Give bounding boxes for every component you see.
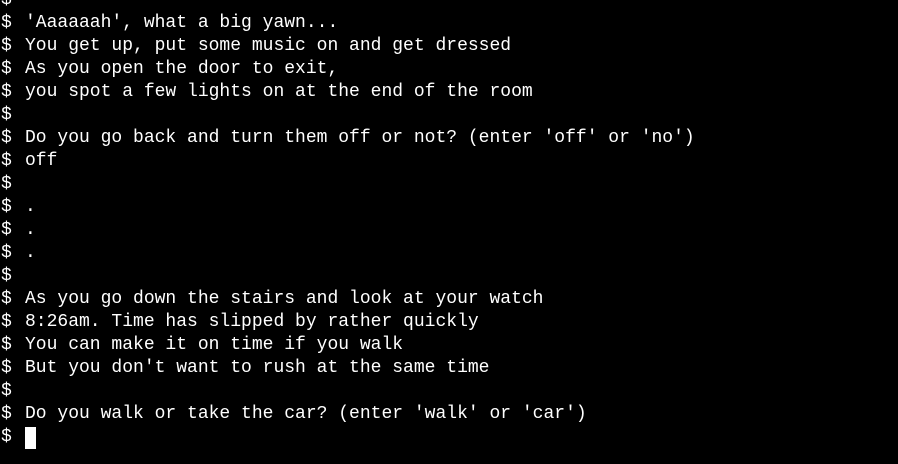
prompt-symbol: $ <box>1 82 12 102</box>
prompt-symbol: $ <box>1 105 12 125</box>
prompt-symbol: $ <box>1 312 12 332</box>
line-text: Do you go back and turn them off or not?… <box>25 128 695 148</box>
line-text: Do you walk or take the car? (enter 'wal… <box>25 404 587 424</box>
terminal-line: $ <box>0 104 898 127</box>
terminal-line: $ But you don't want to rush at the same … <box>0 357 898 380</box>
prompt-symbol: $ <box>1 358 12 378</box>
terminal-line: $8:26am. Time has slipped by rather quic… <box>0 311 898 334</box>
terminal-line: $ As you go down the stairs and look at y… <box>0 288 898 311</box>
terminal-input-line[interactable]: $ <box>0 426 898 449</box>
line-text: But you don't want to rush at the same t… <box>25 358 490 378</box>
line-text: . <box>25 243 36 263</box>
prompt-symbol: $ <box>1 151 12 171</box>
terminal-line: $ you spot a few lights on at the end of … <box>0 81 898 104</box>
terminal-line: $ You get up, put some music on and get d… <box>0 35 898 58</box>
line-text: . <box>25 220 36 240</box>
terminal-line: $. <box>0 242 898 265</box>
terminal-line: $ As you open the door to exit, <box>0 58 898 81</box>
prompt-symbol: $ <box>1 174 12 194</box>
terminal-line: $ <box>0 173 898 196</box>
prompt-symbol: $ <box>1 266 12 286</box>
terminal-line: $ Do you go back and turn them off or not… <box>0 127 898 150</box>
prompt-symbol: $ <box>1 13 12 33</box>
line-text: As you go down the stairs and look at yo… <box>25 289 544 309</box>
prompt-symbol: $ <box>1 289 12 309</box>
prompt-symbol: $ <box>1 220 12 240</box>
prompt-symbol: $ <box>1 0 12 10</box>
prompt-symbol: $ <box>1 243 12 263</box>
terminal-line: $ <box>0 265 898 288</box>
prompt-symbol: $ <box>1 427 12 447</box>
line-text: You can make it on time if you walk <box>25 335 404 355</box>
prompt-symbol: $ <box>1 128 12 148</box>
terminal-line: $ <box>0 0 898 12</box>
line-text: . <box>25 197 36 217</box>
prompt-symbol: $ <box>1 197 12 217</box>
terminal-line: $ off <box>0 150 898 173</box>
terminal-line: $. <box>0 196 898 219</box>
prompt-symbol: $ <box>1 381 12 401</box>
terminal-line: $ Do you walk or take the car? (enter 'wa… <box>0 403 898 426</box>
prompt-symbol: $ <box>1 335 12 355</box>
terminal-line: $ You can make it on time if you walk <box>0 334 898 357</box>
terminal-line: $ <box>0 380 898 403</box>
terminal-line: $. <box>0 219 898 242</box>
terminal-line: $ 'Aaaaaah', what a big yawn... <box>0 12 898 35</box>
line-text: 'Aaaaaah', what a big yawn... <box>25 13 339 33</box>
prompt-symbol: $ <box>1 404 12 424</box>
line-text: you spot a few lights on at the end of t… <box>25 82 533 102</box>
line-text: 8:26am. Time has slipped by rather quick… <box>25 312 479 332</box>
line-text: As you open the door to exit, <box>25 59 339 79</box>
prompt-symbol: $ <box>1 36 12 56</box>
line-text: You get up, put some music on and get dr… <box>25 36 512 56</box>
user-input-text: off <box>25 151 58 171</box>
terminal-window[interactable]: $ $ 'Aaaaaah', what a big yawn... $ You ge… <box>0 0 898 464</box>
prompt-symbol: $ <box>1 59 12 79</box>
text-cursor <box>25 426 36 449</box>
